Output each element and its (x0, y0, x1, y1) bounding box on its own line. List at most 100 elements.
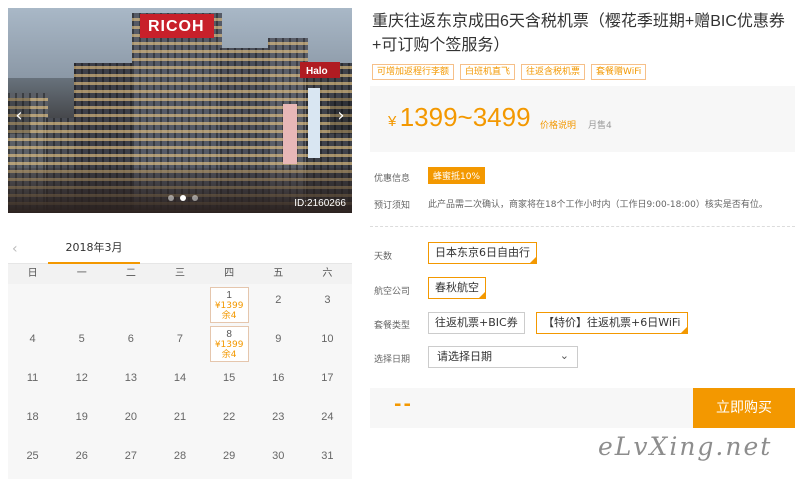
calendar-day[interactable]: 20 (106, 401, 155, 440)
calendar-price-day[interactable]: 1 ¥1399 余4 (209, 287, 249, 323)
price-note-link[interactable]: 价格说明 (540, 118, 576, 131)
halo-sign-text: Halo (306, 66, 328, 77)
calendar-day[interactable]: 4 (8, 323, 57, 362)
calendar-day[interactable]: 16 (254, 362, 303, 401)
day-number: 16 (272, 372, 285, 384)
calendar-day[interactable]: 13 (106, 362, 155, 401)
photo-prev-button[interactable]: ‹ (8, 98, 30, 134)
calendar-day[interactable]: 23 (254, 401, 303, 440)
calendar-day[interactable]: 8 ¥1399 余4 (205, 323, 254, 362)
photo-next-button[interactable]: › (330, 98, 352, 134)
calendar-price-day[interactable]: 8 ¥1399 余4 (209, 326, 249, 362)
day-number: 22 (223, 411, 236, 423)
price-currency: ¥ (388, 113, 397, 130)
section-divider (370, 226, 795, 227)
calendar-day[interactable]: 11 (8, 362, 57, 401)
selected-price: -- (394, 394, 413, 415)
calendar-day[interactable]: 14 (155, 362, 204, 401)
day-number: 19 (75, 411, 88, 423)
chevron-left-icon: ‹ (12, 241, 18, 257)
weekday-label: 二 (125, 268, 136, 279)
product-title: 重庆往返东京成田6天含税机票（樱花季班期+赠BIC优惠券+可订购个签服务） (372, 13, 785, 54)
day-number: 1 (226, 290, 232, 301)
day-number: 8 (226, 329, 232, 340)
calendar-day[interactable]: 31 (303, 440, 352, 479)
photo-dot[interactable] (168, 195, 174, 201)
calendar-day[interactable]: 26 (57, 440, 106, 479)
promo-badge: 蜂蜜抵10% (428, 167, 486, 184)
calendar-empty-cell (8, 284, 57, 323)
day-number: 14 (173, 372, 187, 384)
calendar-day[interactable]: 6 (106, 323, 155, 362)
date-select[interactable]: 请选择日期 ⌄ (428, 346, 578, 368)
calendar-day[interactable]: 24 (303, 401, 352, 440)
product-photo[interactable]: RICOH Halo ‹ › ID:2160266 (8, 8, 352, 213)
calendar-day[interactable]: 29 (205, 440, 254, 479)
weekday-label: 五 (273, 268, 284, 279)
monthly-sales: 月售4 (588, 121, 612, 131)
calendar-day[interactable]: 28 (155, 440, 204, 479)
calendar-day[interactable]: 10 (303, 323, 352, 362)
calendar-empty-cell (57, 284, 106, 323)
chevron-left-icon: ‹ (15, 105, 23, 126)
price-panel: ¥ 1399~3499 价格说明 月售4 (370, 86, 795, 152)
calendar-day[interactable]: 9 (254, 323, 303, 362)
price-range: ¥ 1399~3499 (388, 102, 531, 133)
calendar-day[interactable]: 25 (8, 440, 57, 479)
day-number: 26 (75, 450, 88, 462)
site-watermark: eLvXing.net (598, 432, 773, 461)
calendar-day[interactable]: 2 (254, 284, 303, 323)
day-number: 9 (275, 333, 282, 345)
calendar-day[interactable]: 19 (57, 401, 106, 440)
notice-text: 此产品需二次确认，商家将在18个工作小时内（工作日9:00-18:00）核实是否… (428, 200, 768, 210)
buy-now-button[interactable]: 立即购买 (693, 388, 795, 428)
calendar-day[interactable]: 18 (8, 401, 57, 440)
calendar-prev-button[interactable]: ‹ (12, 241, 18, 257)
calendar-day[interactable]: 3 (303, 284, 352, 323)
day-number: 29 (223, 450, 236, 462)
calendar-day[interactable]: 15 (205, 362, 254, 401)
photo-dot-active[interactable] (180, 195, 186, 201)
calendar-grid: 1 ¥1399 余4 2 3 4 5 6 7 8 ¥1399 余4 9 10 11 12 13 14 15 16 17 1… (8, 284, 352, 479)
chevron-down-icon: ⌄ (559, 349, 569, 362)
photo-dot[interactable] (192, 195, 198, 201)
package-option-bic[interactable]: 往返机票+BIC券 (428, 312, 525, 334)
day-number: 20 (124, 411, 137, 423)
calendar-month-tab[interactable]: 2018年3月 (48, 236, 140, 264)
day-number: 12 (75, 372, 88, 384)
day-number: 18 (26, 411, 39, 423)
calendar-day[interactable]: 17 (303, 362, 352, 401)
calendar-day[interactable]: 12 (57, 362, 106, 401)
calendar-empty-cell (155, 284, 204, 323)
days-option[interactable]: 日本东京6日自由行 (428, 242, 537, 264)
date-select-value: 请选择日期 (437, 350, 492, 363)
weekday-label: 四 (224, 268, 235, 279)
calendar-day[interactable]: 1 ¥1399 余4 (205, 284, 254, 323)
day-number: 23 (272, 411, 285, 423)
day-number: 5 (78, 333, 85, 345)
chevron-right-icon: › (337, 105, 345, 126)
calendar-day[interactable]: 27 (106, 440, 155, 479)
day-number: 25 (26, 450, 39, 462)
calendar-day[interactable]: 7 (155, 323, 204, 362)
vertical-sign (283, 104, 297, 164)
days-label: 天数 (374, 252, 393, 262)
package-option-wifi[interactable]: 【特价】往返机票+6日WiFi (536, 312, 688, 334)
calendar-day[interactable]: 30 (254, 440, 303, 479)
promo-label: 优惠信息 (374, 174, 411, 184)
feature-tag: 套餐赠WiFi (591, 64, 647, 80)
calendar-weekday-header: 日一二三四五六 (8, 264, 352, 284)
photo-pagination (168, 195, 198, 201)
day-number: 3 (324, 294, 331, 306)
weekday-label: 日 (27, 268, 38, 279)
day-number: 11 (26, 372, 39, 384)
calendar-day[interactable]: 22 (205, 401, 254, 440)
calendar-day[interactable]: 21 (155, 401, 204, 440)
notice-label: 预订须知 (374, 201, 411, 211)
day-number: 2 (275, 294, 282, 306)
airline-option[interactable]: 春秋航空 (428, 277, 486, 299)
day-number: 31 (321, 450, 334, 462)
calendar-day[interactable]: 5 (57, 323, 106, 362)
feature-tags: 可增加返程行李额 白班机直飞 往返含税机票 套餐赠WiFi (372, 64, 647, 80)
day-number: 27 (124, 450, 137, 462)
